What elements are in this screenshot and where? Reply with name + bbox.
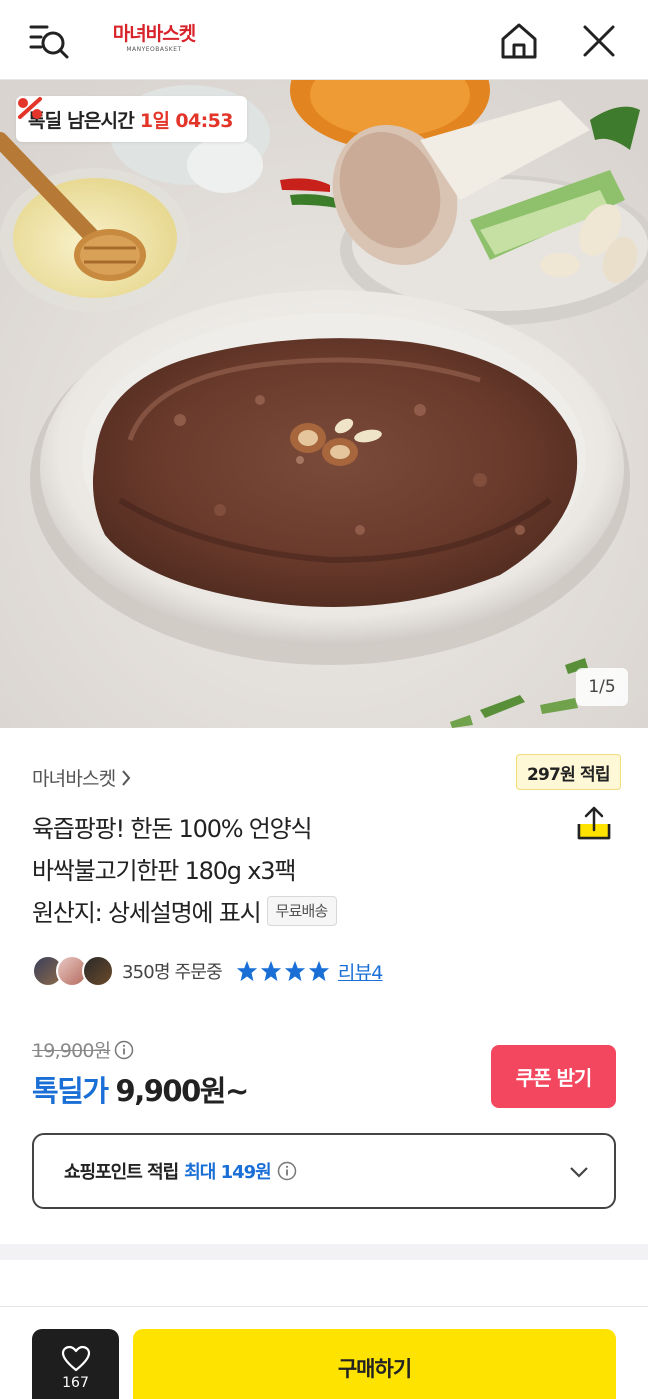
shopping-points-dropdown[interactable]: 쇼핑포인트 적립 최대 149원 — [32, 1133, 616, 1209]
section-divider — [0, 1244, 648, 1260]
seller-name: 마녀바스켓 — [32, 768, 116, 790]
deal-label: 톡딜가 — [32, 1074, 109, 1108]
title-line-1: 육즙팡팡! 한돈 100% 언양식 — [32, 815, 313, 843]
share-icon[interactable] — [574, 804, 614, 844]
image-page-indicator: 1/5 — [576, 668, 628, 706]
star-icon — [260, 960, 282, 982]
coupon-button[interactable]: 쿠폰 받기 — [491, 1045, 616, 1108]
order-count: 350명 주문중 — [122, 962, 223, 983]
points-label: 쇼핑포인트 적립 — [64, 1162, 179, 1183]
percent-sale-icon — [18, 97, 42, 119]
free-shipping-badge: 무료배송 — [266, 896, 337, 926]
like-button[interactable]: 167 — [32, 1329, 119, 1399]
product-title: 육즙팡팡! 한돈 100% 언양식 바싹불고기한판 180g x3팩 원산지: … — [32, 808, 552, 934]
product-photo — [0, 80, 648, 728]
home-icon[interactable] — [496, 18, 542, 64]
chevron-down-icon — [570, 1167, 588, 1178]
deal-value: 9,900원~ — [115, 1074, 250, 1108]
star-icon — [308, 960, 330, 982]
star-icon — [236, 960, 258, 982]
heart-icon — [61, 1345, 90, 1372]
review-label: 리뷰 — [337, 961, 372, 984]
points-tooltip: 297원 적립 — [516, 754, 621, 790]
review-link[interactable]: 리뷰4 — [338, 958, 383, 985]
points-max: 최대 149원 — [184, 1162, 272, 1183]
brand-logo[interactable]: 마녀바스켓 MANYEOBASKET — [104, 22, 204, 56]
search-menu-icon[interactable] — [24, 18, 74, 64]
logo-text: 마녀바스켓 — [112, 23, 196, 45]
top-header: 마녀바스켓 MANYEOBASKET — [0, 0, 648, 80]
info-icon[interactable] — [277, 1161, 297, 1181]
original-price-value: 19,900원 — [32, 1040, 111, 1062]
talkdeal-timer-badge: 톡딜 남은시간 1일 04:53 — [16, 96, 247, 142]
like-count: 167 — [62, 1375, 89, 1391]
title-line-3: 원산지: 상세설명에 표시 무료배송 — [32, 892, 552, 934]
deal-price: 톡딜가 9,900원~ — [32, 1068, 250, 1110]
rating-stars — [236, 960, 332, 982]
close-icon[interactable] — [576, 18, 622, 64]
review-count: 4 — [371, 961, 383, 984]
bottom-action-bar: 167 구매하기 — [0, 1306, 648, 1399]
logo-subtext: MANYEOBASKET — [126, 46, 182, 53]
seller-link[interactable]: 마녀바스켓 — [32, 764, 131, 791]
timer-value: 1일 04:53 — [139, 109, 234, 132]
buy-button[interactable]: 구매하기 — [133, 1329, 616, 1399]
info-icon[interactable] — [114, 1040, 134, 1060]
social-proof-row: 350명 주문중 리뷰4 — [32, 952, 383, 990]
origin-text: 원산지: 상세설명에 표시 — [32, 899, 262, 927]
title-line-2: 바싹불고기한판 180g x3팩 — [32, 857, 296, 885]
star-icon — [284, 960, 306, 982]
chevron-right-icon — [122, 769, 131, 786]
avatar — [82, 955, 114, 987]
product-image-carousel[interactable]: 톡딜 남은시간 1일 04:53 1/5 — [0, 80, 648, 728]
original-price: 19,900원 — [32, 1036, 134, 1063]
buyer-avatars — [32, 954, 116, 988]
